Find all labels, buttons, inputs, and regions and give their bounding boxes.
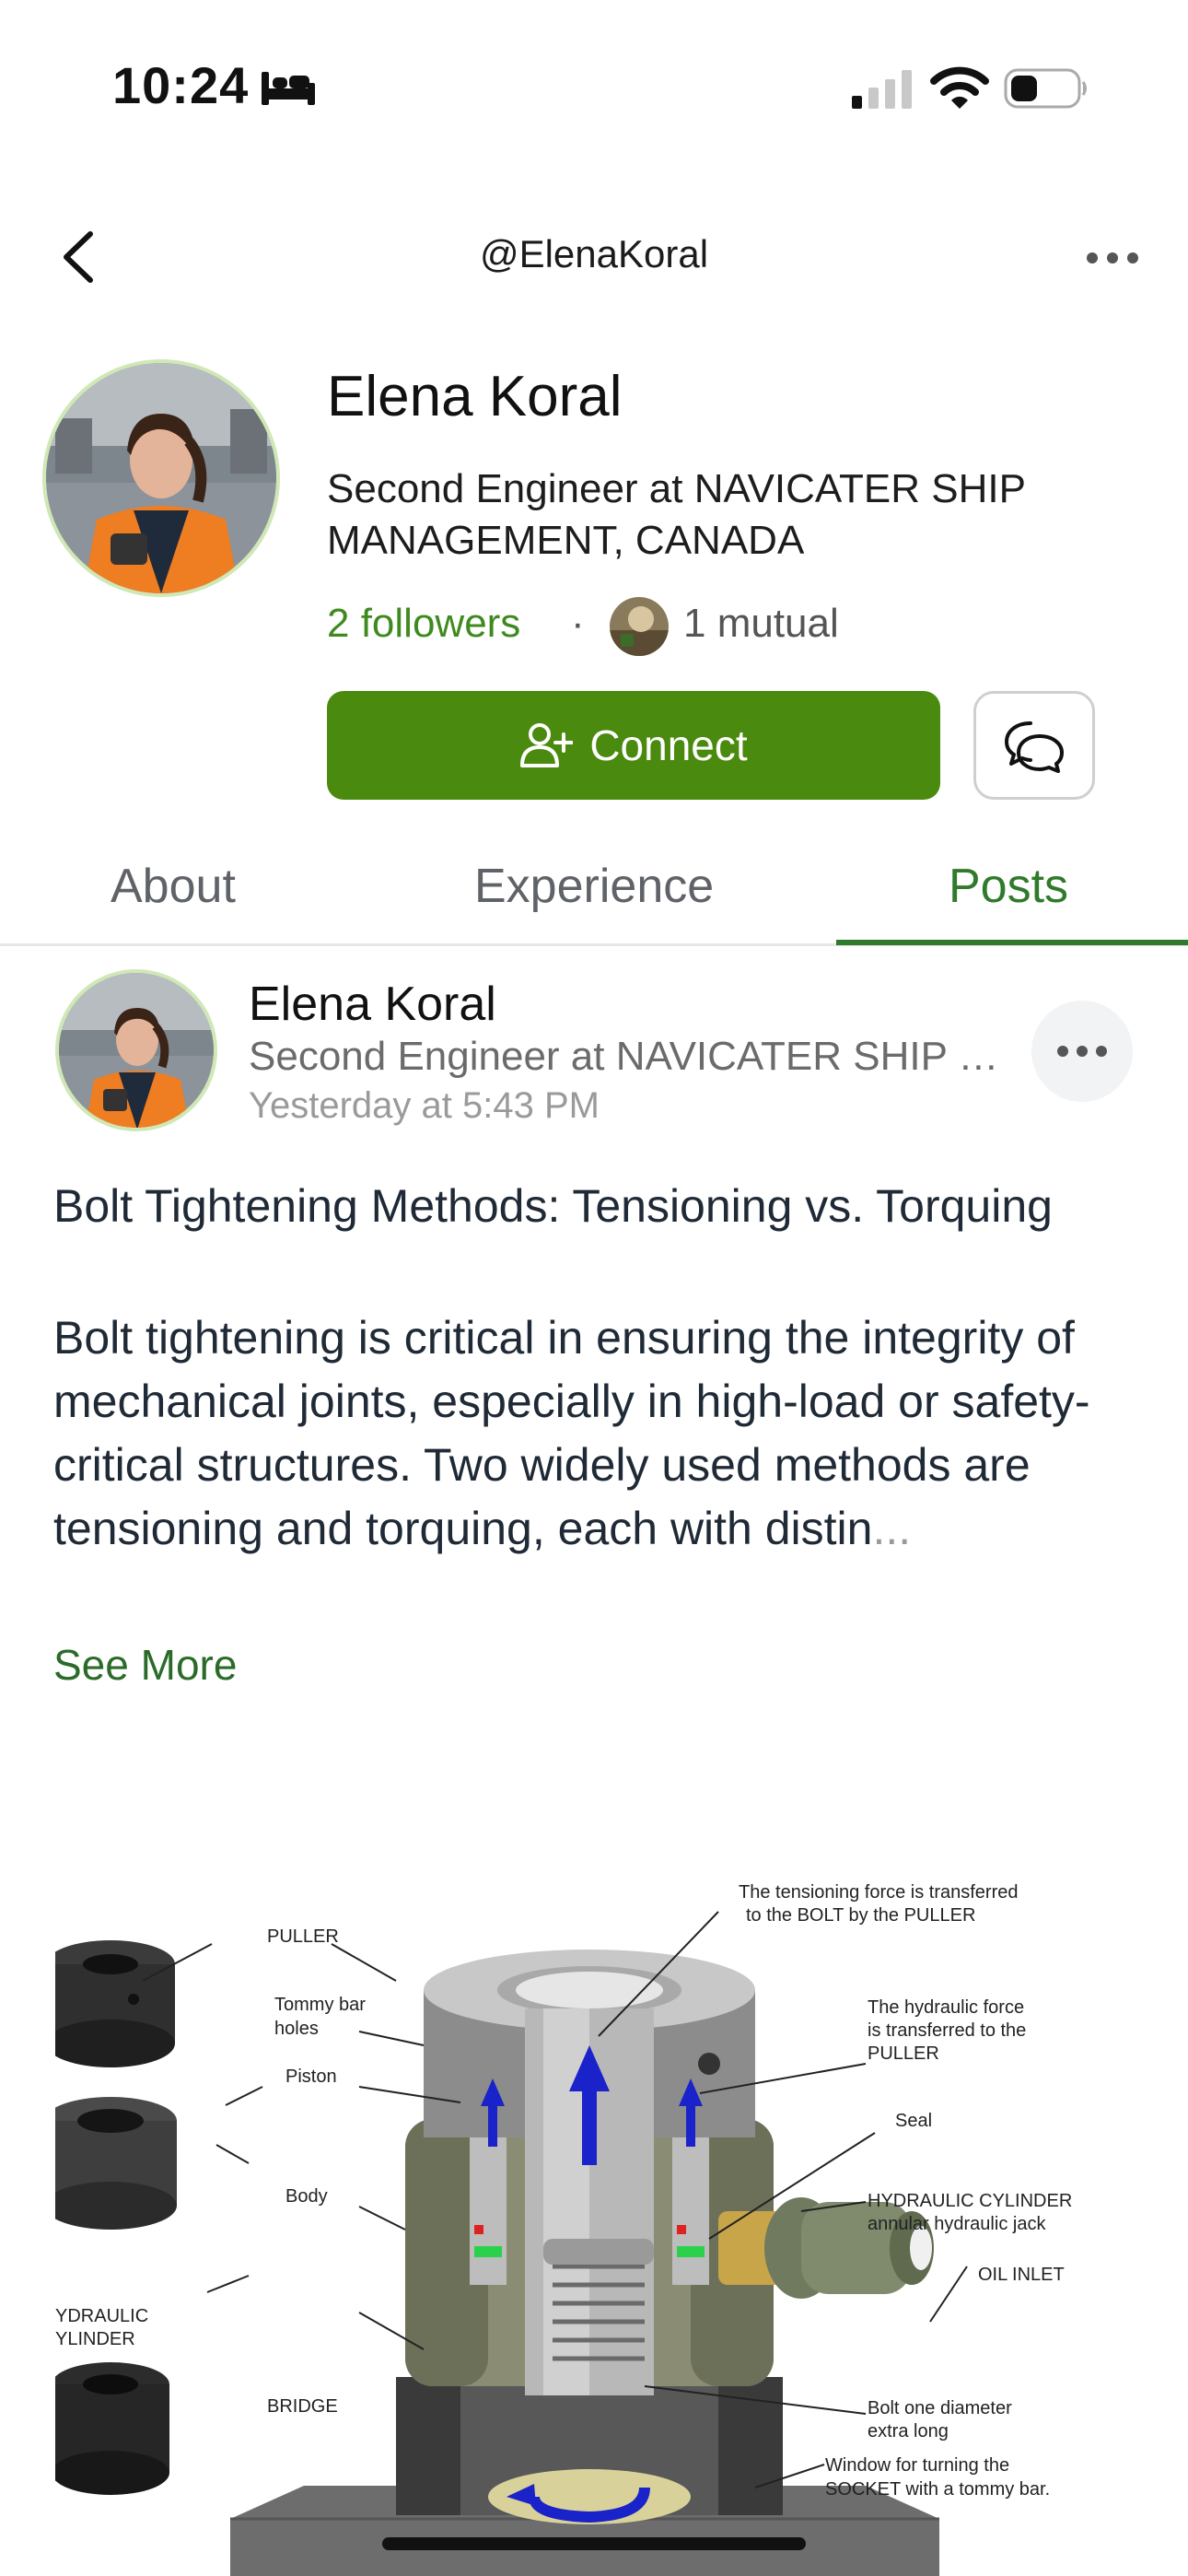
connect-button[interactable]: Connect	[327, 691, 940, 800]
diagram-label-seal: Seal	[895, 2111, 932, 2131]
diagram-note-window-2: SOCKET with a tommy bar.	[825, 2479, 1050, 2500]
active-tab-indicator	[836, 940, 1188, 945]
diagram-note-window-1: Window for turning the	[825, 2455, 1009, 2476]
diagram-label-puller: PULLER	[267, 1926, 339, 1947]
battery-icon	[1004, 68, 1087, 109]
post-title: Bolt Tightening Methods: Tensioning vs. …	[53, 1180, 1053, 1232]
post-body-text: Bolt tightening is critical in ensuring …	[53, 1312, 1090, 1554]
wifi-icon	[930, 66, 989, 109]
diagram-note-hydraulic-1: The hydraulic force	[868, 1997, 1024, 2018]
diagram-label-hydraulic-2: YLINDER	[55, 2329, 135, 2349]
followers-count[interactable]: 2 followers	[327, 601, 520, 647]
tab-posts[interactable]: Posts	[949, 859, 1068, 914]
more-options-icon	[1057, 1046, 1107, 1057]
diagram-note-tension-1: The tensioning force is transferred	[739, 1882, 1019, 1903]
status-time: 10:24	[112, 56, 250, 114]
add-person-icon	[520, 723, 574, 767]
tab-about[interactable]: About	[111, 859, 236, 914]
post-body: Bolt tightening is critical in ensuring …	[53, 1306, 1149, 1561]
mutual-connection-avatar[interactable]	[610, 597, 669, 656]
tab-experience[interactable]: Experience	[474, 859, 714, 914]
post-author-headline: Second Engineer at NAVICATER SHIP MANAGE…	[249, 1034, 1013, 1079]
home-indicator[interactable]	[382, 2537, 806, 2550]
more-options-icon[interactable]	[1085, 249, 1140, 267]
post-timestamp: Yesterday at 5:43 PM	[249, 1085, 600, 1126]
diagram-label-body: Body	[285, 2186, 328, 2207]
diagram-note-hydraulic-3: PULLER	[868, 2043, 939, 2064]
diagram-note-tension-2: to the BOLT by the PULLER	[746, 1905, 975, 1926]
cellular-signal-icon	[852, 70, 912, 109]
diagram-label-tommy-bar-2: holes	[274, 2019, 319, 2039]
profile-avatar[interactable]	[42, 359, 280, 597]
post-author-avatar[interactable]	[55, 969, 217, 1131]
diagram-label-hydraulic-1: YDRAULIC	[55, 2306, 148, 2326]
post-body-ellipsis: ...	[872, 1503, 912, 1554]
separator-dot: ·	[571, 601, 585, 646]
see-more-link[interactable]: See More	[53, 1640, 237, 1690]
diagram-note-bolt-1: Bolt one diameter	[868, 2398, 1012, 2418]
sleep-focus-icon	[262, 72, 315, 105]
diagram-label-bridge: BRIDGE	[267, 2396, 338, 2417]
connect-button-label: Connect	[589, 721, 748, 769]
post-image-bolt-tensioner-diagram[interactable]: PULLER Tommy bar holes Piston Body YDRAU…	[55, 1861, 1133, 2576]
diagram-label-tommy-bar-1: Tommy bar	[274, 1995, 366, 2015]
mutual-count[interactable]: 1 mutual	[683, 601, 839, 647]
profile-handle: @ElenaKoral	[479, 232, 709, 275]
profile-headline: Second Engineer at NAVICATER SHIP MANAGE…	[327, 466, 1026, 563]
diagram-note-bolt-2: extra long	[868, 2421, 949, 2441]
post-author-name[interactable]: Elena Koral	[249, 977, 496, 1032]
diagram-label-cylinder-1: HYDRAULIC CYLINDER	[868, 2191, 1072, 2211]
profile-name: Elena Koral	[327, 365, 623, 428]
chat-bubbles-icon	[1005, 721, 1064, 773]
diagram-note-hydraulic-2: is transferred to the	[868, 2020, 1026, 2041]
diagram-label-piston: Piston	[285, 2067, 337, 2087]
message-button[interactable]	[973, 691, 1095, 800]
post-more-button[interactable]	[1031, 1001, 1133, 1102]
diagram-label-cylinder-2: annular hydraulic jack	[868, 2214, 1046, 2234]
diagram-label-oil-inlet: OIL INLET	[978, 2265, 1065, 2285]
